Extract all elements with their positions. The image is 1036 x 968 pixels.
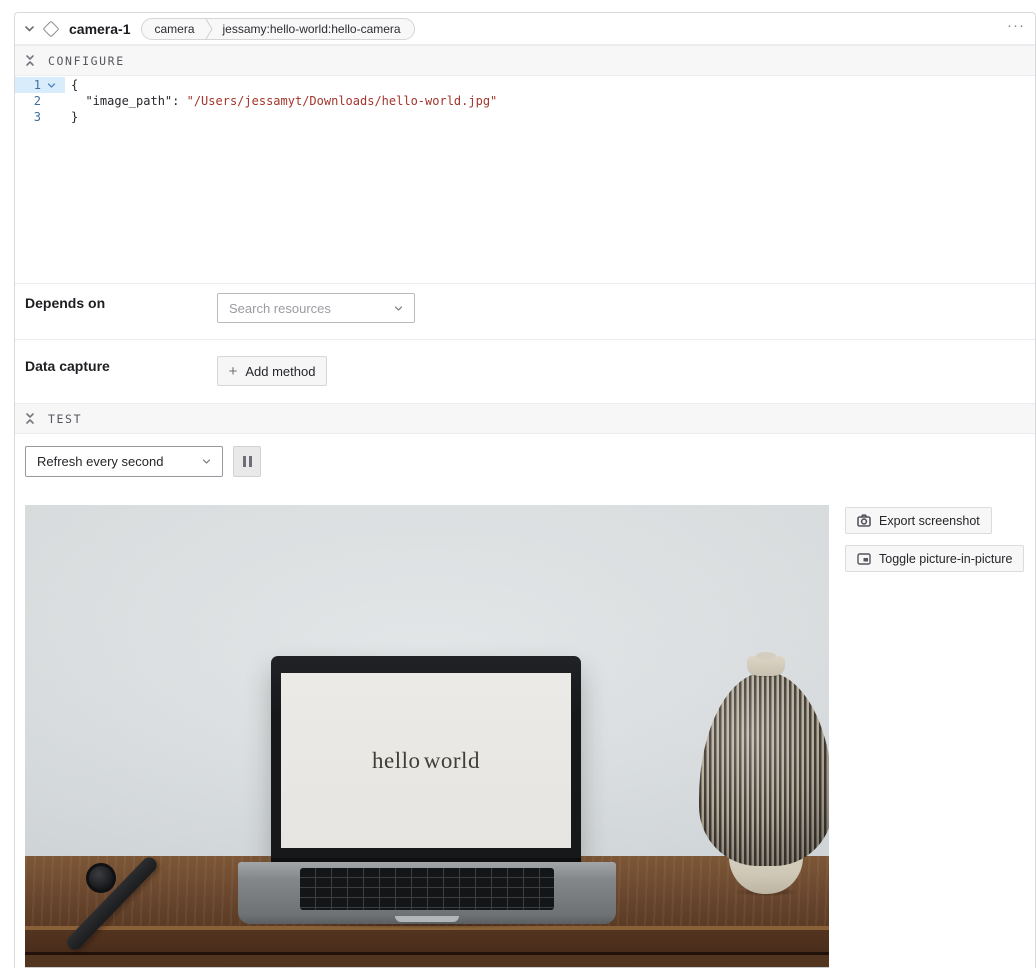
- pause-refresh-button[interactable]: [233, 446, 261, 477]
- camera-icon: [857, 514, 871, 527]
- export-screenshot-button[interactable]: Export screenshot: [845, 507, 992, 534]
- code-line: 1 {: [15, 77, 1035, 93]
- toggle-pip-button[interactable]: Toggle picture-in-picture: [845, 545, 1024, 572]
- code-line: 2 "image_path": "/Users/jessamyt/Downloa…: [15, 93, 1035, 109]
- section-divider: [15, 339, 1035, 340]
- line-number: 1: [15, 77, 41, 93]
- resource-title: camera-1: [69, 21, 131, 37]
- camera-feed-image: hello world: [25, 505, 829, 968]
- test-section-label: TEST: [48, 412, 82, 426]
- code-text: "image_path": "/Users/jessamyt/Downloads…: [65, 93, 497, 109]
- striped-vase: [699, 656, 829, 900]
- component-diamond-icon: [43, 20, 60, 37]
- chevron-down-icon: [393, 303, 404, 314]
- section-divider: [15, 283, 1035, 284]
- configure-section-bar: CONFIGURE: [15, 45, 1035, 76]
- code-line: 3 }: [15, 109, 1035, 125]
- configure-section-label: CONFIGURE: [48, 54, 125, 68]
- add-method-label: Add method: [245, 364, 315, 379]
- line-number: 2: [15, 93, 41, 109]
- json-string-value: "/Users/jessamyt/Downloads/hello-world.j…: [187, 94, 498, 108]
- refresh-rate-select[interactable]: Refresh every second: [25, 446, 223, 477]
- toggle-pip-label: Toggle picture-in-picture: [879, 552, 1012, 566]
- card-menu-button[interactable]: ···: [1007, 15, 1025, 37]
- depends-on-placeholder: Search resources: [229, 301, 331, 316]
- resource-header: camera-1 camera jessamy:hello-world:hell…: [15, 13, 1035, 45]
- badge-separator-icon: [205, 18, 213, 40]
- editor-gutter: 2: [15, 93, 65, 109]
- chevron-down-icon: [201, 456, 212, 467]
- collapse-card-chevron-icon[interactable]: [23, 22, 36, 35]
- resource-type-badge: camera jessamy:hello-world:hello-camera: [141, 18, 415, 40]
- json-config-editor[interactable]: 1 { 2 "image_path": "/Users/jessamyt/Dow…: [15, 77, 1035, 283]
- picture-in-picture-icon: [857, 553, 871, 565]
- laptop-screen-text: hello world: [372, 748, 480, 774]
- wrist-watch: [35, 850, 175, 960]
- resource-card: camera-1 camera jessamy:hello-world:hell…: [14, 12, 1036, 968]
- resource-config-page: camera-1 camera jessamy:hello-world:hell…: [0, 0, 1036, 968]
- depends-on-label: Depends on: [25, 295, 105, 311]
- fold-chevron-icon[interactable]: [41, 81, 61, 90]
- badge-model-label: jessamy:hello-world:hello-camera: [213, 22, 414, 36]
- export-screenshot-label: Export screenshot: [879, 514, 980, 528]
- code-text: {: [65, 77, 78, 93]
- json-key: "image_path": [85, 94, 172, 108]
- laptop-keyboard: [238, 862, 616, 924]
- depends-on-select[interactable]: Search resources: [217, 293, 415, 323]
- pause-icon: [243, 456, 246, 467]
- test-section-bar: TEST: [15, 403, 1035, 434]
- plus-icon: +: [229, 363, 238, 380]
- editor-gutter: 1: [15, 77, 65, 93]
- add-method-button[interactable]: + Add method: [217, 356, 327, 386]
- collapse-configure-icon[interactable]: [24, 54, 36, 67]
- code-text: }: [65, 109, 78, 125]
- laptop-screen: hello world: [271, 656, 581, 859]
- badge-type-label: camera: [142, 22, 205, 36]
- line-number: 3: [15, 109, 41, 125]
- editor-gutter: 3: [15, 109, 65, 125]
- data-capture-label: Data capture: [25, 358, 110, 374]
- refresh-rate-value: Refresh every second: [37, 454, 163, 469]
- laptop: hello world: [238, 656, 616, 928]
- collapse-test-icon[interactable]: [24, 412, 36, 425]
